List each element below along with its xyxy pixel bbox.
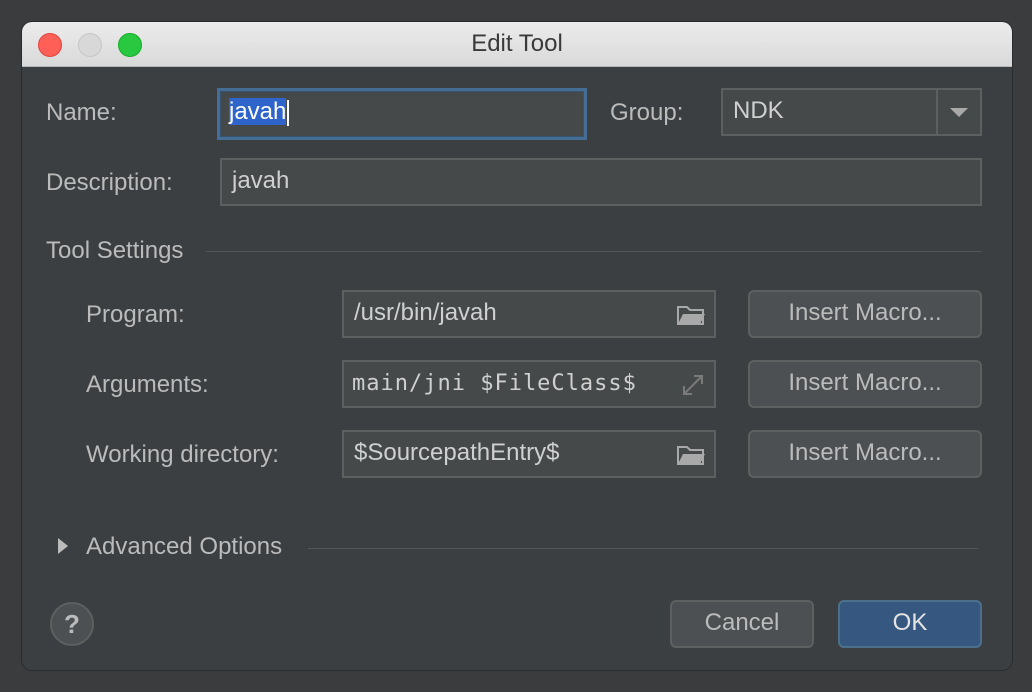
arguments-label: Arguments: — [86, 371, 209, 398]
program-insert-macro-button[interactable]: Insert Macro... — [748, 290, 982, 338]
arguments-insert-macro-button[interactable]: Insert Macro... — [748, 360, 982, 408]
text-caret — [287, 99, 290, 126]
group-dropdown-button[interactable] — [936, 90, 980, 134]
tool-settings-heading: Tool Settings — [46, 237, 184, 264]
description-input[interactable]: javah — [220, 158, 982, 206]
name-input-selected-text: javah — [229, 98, 287, 125]
program-value: /usr/bin/javah — [354, 299, 497, 326]
ok-button[interactable]: OK — [838, 600, 982, 648]
group-selected-value: NDK — [733, 97, 784, 124]
tool-settings-separator — [206, 251, 982, 252]
group-combobox[interactable]: NDK — [721, 88, 982, 136]
working-directory-value: $SourcepathEntry$ — [354, 439, 560, 466]
folder-icon[interactable] — [676, 444, 706, 466]
program-label: Program: — [86, 301, 185, 328]
group-label: Group: — [610, 99, 684, 126]
chevron-down-icon — [950, 108, 968, 117]
title-bar[interactable]: Edit Tool — [22, 22, 1012, 67]
arguments-value: main/jni $FileClass$ — [352, 371, 637, 396]
help-button[interactable]: ? — [50, 602, 94, 646]
description-label: Description: — [46, 169, 173, 196]
advanced-options-separator — [308, 548, 978, 549]
folder-icon[interactable] — [676, 304, 706, 326]
working-directory-insert-macro-button[interactable]: Insert Macro... — [748, 430, 982, 478]
window-title: Edit Tool — [471, 30, 563, 57]
arguments-input[interactable]: main/jni $FileClass$ — [342, 360, 716, 408]
edit-tool-dialog: Edit Tool Name: javah Group: NDK Descrip… — [22, 22, 1012, 670]
disclosure-triangle-icon[interactable] — [58, 538, 68, 554]
name-input[interactable]: javah — [217, 88, 587, 140]
working-directory-input[interactable]: $SourcepathEntry$ — [342, 430, 716, 478]
working-directory-label: Working directory: — [86, 441, 279, 468]
advanced-options-toggle[interactable]: Advanced Options — [86, 532, 282, 562]
name-label: Name: — [46, 99, 117, 126]
cancel-button[interactable]: Cancel — [670, 600, 814, 648]
expand-arrows-icon[interactable] — [680, 372, 706, 398]
program-input[interactable]: /usr/bin/javah — [342, 290, 716, 338]
